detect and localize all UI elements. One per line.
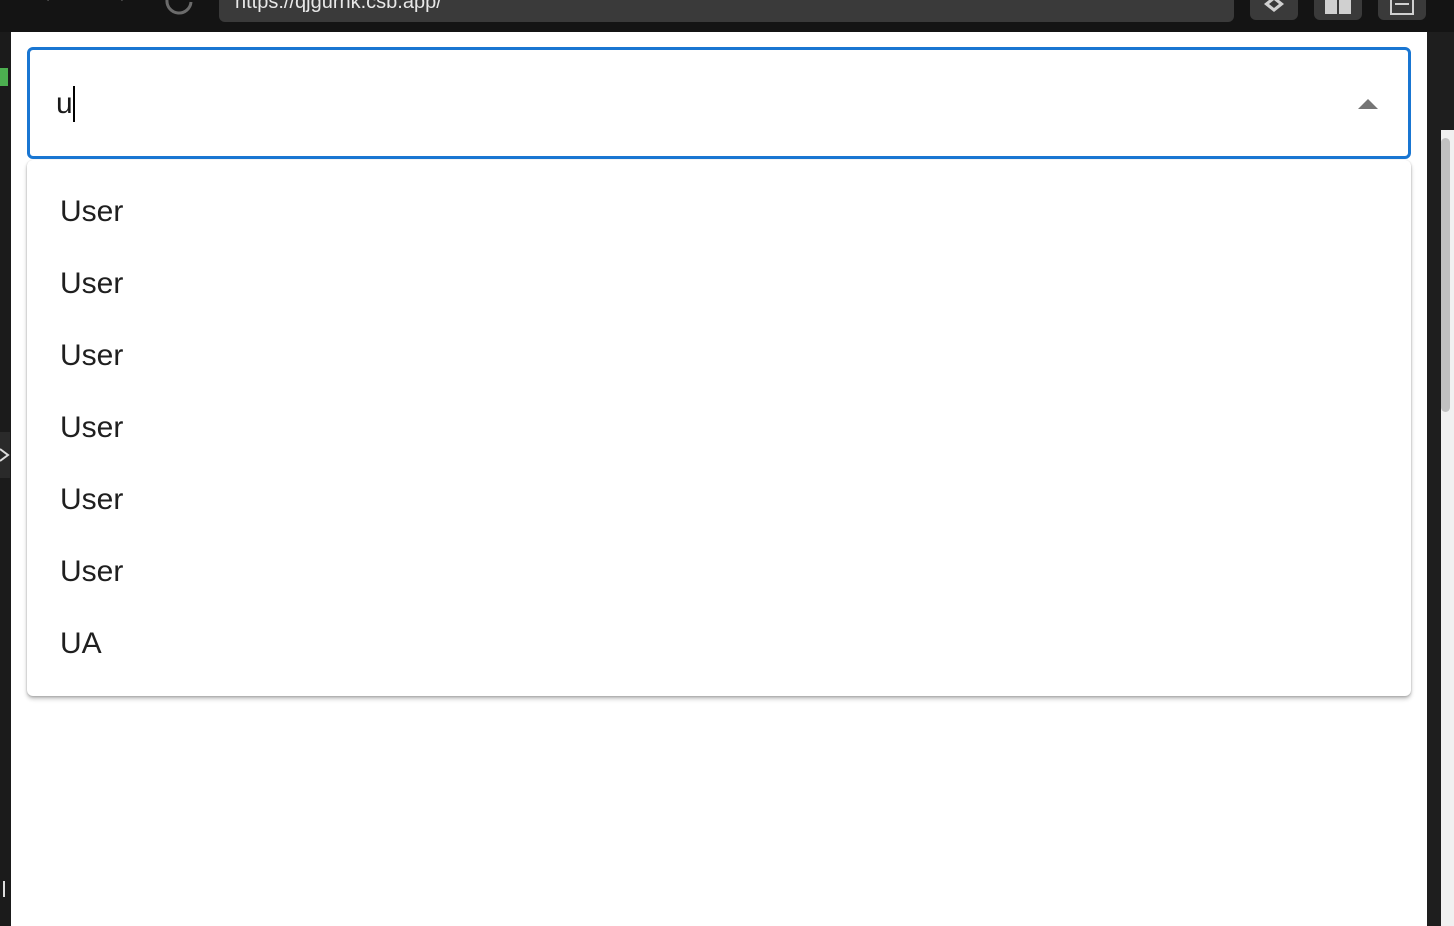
back-button[interactable] <box>38 0 68 16</box>
autocomplete-option[interactable]: UA <box>27 608 1411 680</box>
editor-glyph <box>0 866 10 912</box>
autocomplete-option[interactable]: User <box>27 176 1411 248</box>
extension-button[interactable] <box>1250 0 1298 20</box>
address-bar[interactable]: https://qjgurnk.csb.app/ <box>219 0 1234 22</box>
editor-pane-edge <box>0 32 11 926</box>
popup-toggle-button[interactable] <box>1346 88 1390 120</box>
cursor-glyph-icon <box>3 881 5 897</box>
autocomplete-field[interactable] <box>27 47 1411 159</box>
status-indicator <box>0 68 8 86</box>
autocomplete-option[interactable]: User <box>27 248 1411 320</box>
text-caret <box>73 86 75 122</box>
forward-button[interactable] <box>102 0 132 16</box>
split-view-button[interactable] <box>1314 0 1362 20</box>
tabs-button[interactable] <box>1378 0 1426 20</box>
scrollbar-thumb[interactable] <box>1441 138 1450 412</box>
browser-toolbar: https://qjgurnk.csb.app/ <box>0 0 1454 32</box>
arrow-up-icon <box>1358 99 1378 109</box>
split-view-icon <box>1325 0 1351 14</box>
autocomplete-option[interactable]: User <box>27 536 1411 608</box>
chevron-icon <box>0 448 10 462</box>
url-text: https://qjgurnk.csb.app/ <box>235 0 442 13</box>
tabs-icon <box>1390 0 1414 15</box>
reload-icon <box>165 0 193 15</box>
option-list: User User User User User User UA <box>27 160 1411 680</box>
extension-icon <box>1264 0 1284 12</box>
autocomplete-option[interactable]: User <box>27 464 1411 536</box>
collapse-handle[interactable] <box>0 432 10 478</box>
autocomplete-listbox: User User User User User User UA <box>27 160 1411 696</box>
autocomplete-input[interactable] <box>56 86 1256 122</box>
chevron-right-icon <box>121 0 123 1</box>
autocomplete-option[interactable]: User <box>27 392 1411 464</box>
reload-button[interactable] <box>163 0 193 16</box>
chevron-left-icon <box>47 0 49 1</box>
autocomplete-option[interactable]: User <box>27 320 1411 392</box>
